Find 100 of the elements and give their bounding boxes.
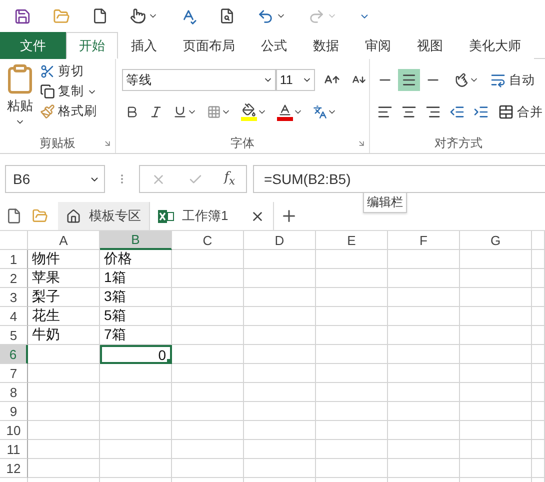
empty-cell [532, 383, 545, 402]
empty-cell [532, 307, 545, 326]
dialog-launcher-icon[interactable] [103, 139, 112, 148]
merge-cells-icon[interactable] [498, 104, 514, 120]
insert-function-button[interactable]: f$_{x}$ [224, 170, 236, 188]
table-cell[interactable]: 梨子 [28, 288, 100, 307]
empty-cell [460, 383, 532, 402]
empty-cell [388, 459, 460, 478]
font-size-field[interactable]: 11 [276, 69, 315, 91]
table-cell[interactable]: 5箱 [100, 307, 172, 326]
empty-cell [388, 440, 460, 459]
row-header[interactable]: 3 [0, 288, 28, 307]
empty-cell [316, 250, 388, 269]
table-cell[interactable]: 7箱 [100, 326, 172, 345]
paintbrush-icon[interactable] [40, 104, 55, 119]
empty-cell [532, 459, 545, 478]
empty-cell [100, 402, 172, 421]
empty-cell [244, 269, 316, 288]
empty-cell [244, 402, 316, 421]
empty-cell [316, 402, 388, 421]
empty-cell [244, 345, 316, 364]
phonetic-icon[interactable] [313, 105, 327, 119]
fill-color-icon[interactable] [241, 103, 257, 121]
column-header[interactable]: E [316, 231, 388, 250]
undo-icon[interactable] [257, 8, 274, 24]
empty-cell [388, 364, 460, 383]
row-header[interactable]: 4 [0, 307, 28, 326]
row-header[interactable]: 9 [0, 402, 28, 421]
row-header[interactable]: 8 [0, 383, 28, 402]
column-header[interactable]: G [460, 231, 532, 250]
empty-cell [388, 269, 460, 288]
empty-cell [244, 421, 316, 440]
name-box[interactable]: B6 [5, 165, 105, 193]
save-icon[interactable] [14, 8, 31, 24]
empty-cell [172, 250, 244, 269]
file-tab[interactable]: 文件 [0, 32, 66, 59]
wrap-text-button[interactable]: 自动 [490, 72, 535, 88]
row-header[interactable]: 12 [0, 459, 28, 478]
scissors-icon[interactable] [40, 64, 55, 79]
empty-cell [316, 364, 388, 383]
spreadsheet-icon [158, 208, 174, 224]
table-cell[interactable]: 1箱 [100, 269, 172, 288]
row-header[interactable]: 10 [0, 421, 28, 440]
empty-cell [316, 421, 388, 440]
empty-cell [244, 307, 316, 326]
empty-cell [244, 288, 316, 307]
fill-handle[interactable] [167, 359, 172, 364]
empty-cell [244, 250, 316, 269]
empty-cell [100, 421, 172, 440]
table-cell[interactable]: 价格 [100, 250, 172, 269]
selected-cell[interactable]: 0 [100, 345, 172, 364]
document-search-icon[interactable] [219, 8, 235, 24]
row-header[interactable]: 7 [0, 364, 28, 383]
copy-button[interactable]: 复制 [40, 83, 97, 100]
ribbon-tab[interactable]: 开始 [66, 32, 118, 59]
empty-cell [172, 326, 244, 345]
empty-cell [172, 364, 244, 383]
empty-cell [316, 307, 388, 326]
empty-cell [460, 250, 532, 269]
font-color-icon[interactable] [277, 103, 293, 121]
empty-cell [532, 402, 545, 421]
empty-cell [532, 364, 545, 383]
row-header[interactable]: 11 [0, 440, 28, 459]
row-header[interactable]: 2 [0, 269, 28, 288]
cut-button[interactable]: 剪切 [40, 63, 97, 80]
table-cell[interactable]: 牛奶 [28, 326, 100, 345]
empty-cell [244, 440, 316, 459]
new-document-icon[interactable] [6, 208, 22, 224]
table-cell[interactable]: 3箱 [100, 288, 172, 307]
font-name-field[interactable]: 等线 [122, 69, 276, 91]
table-cell[interactable]: 苹果 [28, 269, 100, 288]
underline-icon[interactable] [173, 105, 187, 119]
wrap-text-icon[interactable] [490, 72, 506, 88]
column-header[interactable]: A [28, 231, 100, 250]
column-header[interactable]: B [100, 231, 172, 250]
empty-cell [532, 269, 545, 288]
format-painter-button[interactable]: 格式刷 [40, 103, 97, 120]
new-file-icon[interactable] [92, 8, 108, 24]
table-cell[interactable]: 花生 [28, 307, 100, 326]
empty-cell [316, 459, 388, 478]
column-header[interactable]: D [244, 231, 316, 250]
undo-button[interactable] [257, 8, 286, 24]
merge-button[interactable]: 合并 [498, 104, 543, 120]
column-header[interactable]: F [388, 231, 460, 250]
paste-button[interactable]: 粘贴 [0, 63, 40, 133]
empty-cell [100, 459, 172, 478]
hand-pointer-icon[interactable] [130, 8, 146, 24]
empty-cell [172, 269, 244, 288]
copy-icon[interactable] [40, 84, 55, 99]
empty-cell [244, 459, 316, 478]
row-header[interactable]: 5 [0, 326, 28, 345]
row-header[interactable]: 1 [0, 250, 28, 269]
touch-mode-button[interactable] [130, 8, 158, 24]
empty-cell [316, 345, 388, 364]
row-header[interactable]: 6 [0, 345, 28, 364]
document-tab[interactable]: 模板专区 [58, 202, 150, 230]
column-header[interactable]: C [172, 231, 244, 250]
empty-cell [532, 345, 545, 364]
dialog-launcher-icon[interactable] [357, 139, 366, 148]
table-cell[interactable]: 物件 [28, 250, 100, 269]
